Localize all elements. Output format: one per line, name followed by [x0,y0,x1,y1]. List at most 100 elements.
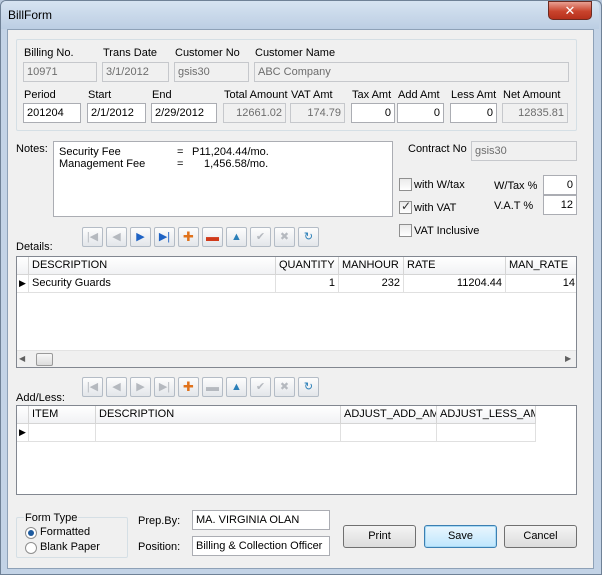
notes-line-1-name: Security Fee [59,146,121,158]
details-header-description[interactable]: DESCRIPTION [29,257,276,275]
with-wtax-checkbox[interactable] [399,178,412,191]
addless-first-record-button[interactable]: |◀ [82,377,103,397]
addless-delete-button[interactable]: ▬ [202,377,223,397]
position-label: Position: [138,541,181,553]
addless-cell-item[interactable] [29,424,96,442]
position-field[interactable]: Billing & Collection Officer [192,536,330,556]
cancel-button[interactable]: Cancel [504,525,577,548]
notes-memo[interactable]: Security Fee = P11,204.44/mo. Management… [53,141,393,217]
details-refresh-button[interactable]: ↻ [298,227,319,247]
scroll-left-arrow-icon[interactable]: ◀ [19,354,25,363]
details-edit-button[interactable]: ▲ [226,227,247,247]
end-date-field[interactable]: 2/29/2012 [151,103,217,123]
addless-header-description[interactable]: DESCRIPTION [96,406,341,424]
details-cell-quantity[interactable]: 1 [276,275,339,293]
minus-icon: ▬ [206,379,219,394]
first-record-icon: |◀ [86,231,99,243]
with-vat-checkbox[interactable] [399,199,412,214]
save-button[interactable]: Save [424,525,497,548]
addless-refresh-button[interactable]: ↻ [298,377,319,397]
details-last-record-button[interactable]: ▶| [154,227,175,247]
prep-by-field[interactable]: MA. VIRGINIA OLAN [192,510,330,530]
billing-no-field[interactable]: 10971 [23,62,97,82]
addless-header-adjust-add-amt[interactable]: ADJUST_ADD_AMT [341,406,437,424]
close-button[interactable]: ✕ [548,1,592,20]
minus-icon: ▬ [206,229,219,244]
addless-post-button[interactable]: ✔ [250,377,271,397]
details-header-quantity[interactable]: QUANTITY [276,257,339,275]
period-label: Period [24,89,56,101]
formatted-radio[interactable] [25,527,37,539]
last-record-icon: ▶| [158,381,171,393]
customer-name-field[interactable]: ABC Company [254,62,569,82]
details-first-record-button[interactable]: |◀ [82,227,103,247]
start-label: Start [88,89,112,101]
details-delete-button[interactable]: ▬ [202,227,223,247]
trans-date-field[interactable]: 3/1/2012 [102,62,169,82]
details-cell-description[interactable]: Security Guards [29,275,276,293]
prep-by-label: Prep.By: [138,515,181,527]
addless-cancel-button[interactable]: ✖ [274,377,295,397]
checkmark-icon: ✔ [255,231,266,243]
last-record-icon: ▶| [158,231,171,243]
billing-no-label: Billing No. [24,47,74,59]
details-cell-man-rate[interactable]: 14 [506,275,576,293]
addless-cell-description[interactable] [96,424,341,442]
addless-grid[interactable]: ITEM DESCRIPTION ADJUST_ADD_AMT ADJUST_L… [16,405,577,495]
addless-next-record-button[interactable]: ▶ [130,377,151,397]
contract-no-field[interactable]: gsis30 [471,141,577,161]
period-field[interactable]: 201204 [23,103,81,123]
blank-paper-radio[interactable] [25,542,37,554]
details-cancel-button[interactable]: ✖ [274,227,295,247]
details-insert-button[interactable]: ✚ [178,227,199,247]
addless-insert-button[interactable]: ✚ [178,377,199,397]
details-header-rate[interactable]: RATE [404,257,506,275]
notes-line-2-amount: 1,456.58/mo. [204,158,269,170]
tax-amt-field[interactable]: 0 [351,103,395,123]
details-cell-manhour[interactable]: 232 [339,275,404,293]
checkmark-icon: ✔ [255,381,266,393]
form-type-label: Form Type [24,512,79,524]
notes-line-2-eq: = [177,158,184,170]
notes-label: Notes: [16,143,48,155]
details-next-record-button[interactable]: ▶ [130,227,151,247]
vat-inclusive-label: VAT Inclusive [414,225,480,237]
vat-amt-label: VAT Amt [291,89,333,101]
addless-cell-adjust-less-amt[interactable] [437,424,536,442]
addless-label: Add/Less: [16,392,65,404]
addless-prior-record-button[interactable]: ◀ [106,377,127,397]
plus-icon: ✚ [183,229,194,244]
addless-header-adjust-less-amt[interactable]: ADJUST_LESS_AMT [437,406,536,424]
start-date-field[interactable]: 2/1/2012 [87,103,146,123]
details-header-man-rate[interactable]: MAN_RATE [506,257,576,275]
details-prior-record-button[interactable]: ◀ [106,227,127,247]
details-post-button[interactable]: ✔ [250,227,271,247]
less-amt-label: Less Amt [451,89,497,101]
title-bar[interactable] [1,1,599,29]
edit-triangle-icon: ▲ [231,381,242,393]
net-amount-field[interactable]: 12835.81 [502,103,568,123]
next-record-icon: ▶ [136,381,145,393]
vat-amt-field[interactable]: 174.79 [290,103,345,123]
cancel-x-icon: ✖ [279,231,290,243]
customer-no-field[interactable]: gsis30 [174,62,249,82]
details-cell-rate[interactable]: 11204.44 [404,275,506,293]
add-amt-field[interactable]: 0 [397,103,444,123]
wtax-pct-field[interactable]: 0 [543,175,577,195]
addless-edit-button[interactable]: ▲ [226,377,247,397]
total-amount-field[interactable]: 12661.02 [223,103,286,123]
addless-last-record-button[interactable]: ▶| [154,377,175,397]
addless-cell-adjust-add-amt[interactable] [341,424,437,442]
details-header-manhour[interactable]: MANHOUR [339,257,404,275]
addless-header-item[interactable]: ITEM [29,406,96,424]
notes-line-1-eq: = [177,146,184,158]
print-button[interactable]: Print [343,525,416,548]
vat-inclusive-checkbox[interactable] [399,224,412,237]
less-amt-field[interactable]: 0 [450,103,497,123]
trans-date-label: Trans Date [103,47,158,59]
details-horizontal-scrollbar[interactable]: ◀ ▶ [17,350,576,367]
scroll-right-arrow-icon[interactable]: ▶ [565,354,571,363]
vat-pct-field[interactable]: 12 [543,195,577,215]
scroll-thumb[interactable] [36,353,53,366]
details-grid[interactable]: DESCRIPTION QUANTITY MANHOUR RATE MAN_RA… [16,256,577,368]
